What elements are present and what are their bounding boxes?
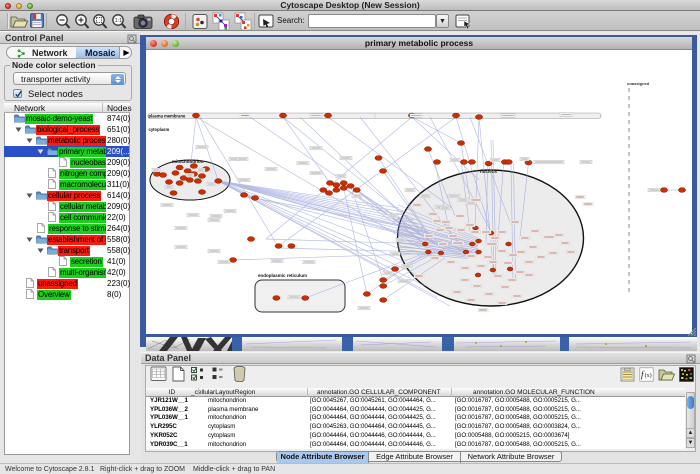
svg-text:mitochondrion: mitochondrion [172,159,204,164]
svg-text:1:1: 1:1 [115,18,123,24]
svg-text:endoplasmic reticulum: endoplasmic reticulum [258,273,307,278]
svg-text:nucleus: nucleus [480,169,498,174]
svg-text:(x): (x) [645,372,652,379]
svg-text:unassigned: unassigned [627,81,650,86]
svg-text:cytoplasm: cytoplasm [149,127,170,132]
svg-text:plasma membrane: plasma membrane [149,114,186,119]
